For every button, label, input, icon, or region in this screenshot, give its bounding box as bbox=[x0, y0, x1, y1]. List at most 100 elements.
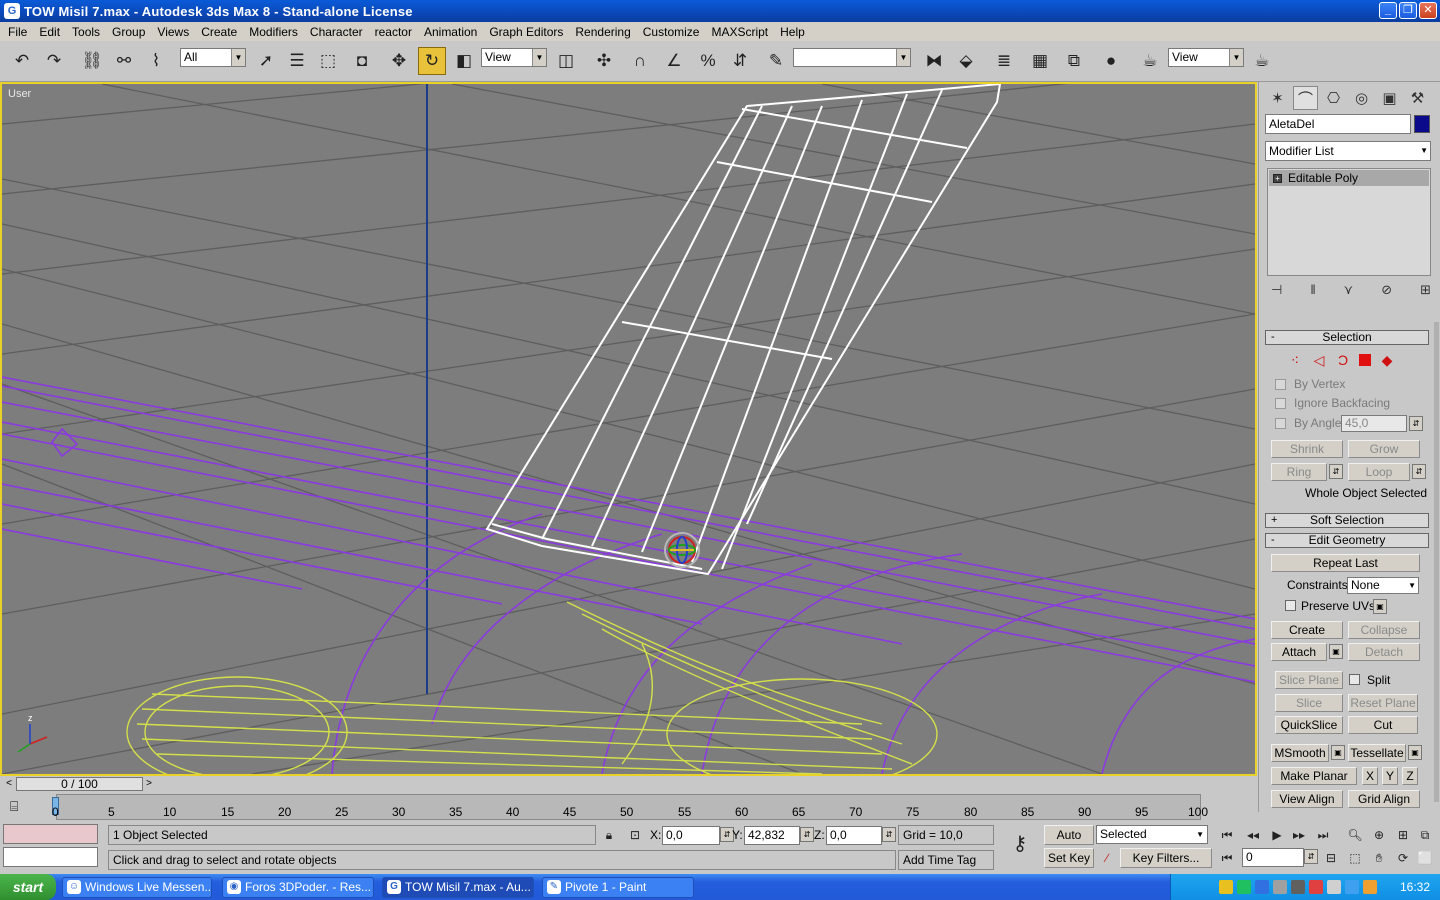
make-planar-x-button[interactable]: X bbox=[1362, 767, 1378, 785]
task-3dsmax[interactable]: G TOW Misil 7.max - Au... bbox=[382, 877, 534, 898]
printer-icon[interactable] bbox=[1273, 880, 1287, 894]
key-filters-button[interactable]: Key Filters... bbox=[1120, 848, 1212, 868]
key-mode-dropdown[interactable]: Selected ▼ bbox=[1096, 825, 1208, 844]
slice-plane-button[interactable]: Slice Plane bbox=[1275, 671, 1343, 689]
schematic-view-icon[interactable]: ⧉ bbox=[1060, 47, 1088, 75]
menu-tools[interactable]: Tools bbox=[66, 25, 106, 39]
close-button[interactable]: ✕ bbox=[1419, 2, 1437, 19]
rectangular-selection-icon[interactable]: ⬚ bbox=[314, 47, 342, 75]
menu-views[interactable]: Views bbox=[151, 25, 195, 39]
selection-filter-dropdown[interactable]: All ▼ bbox=[180, 48, 246, 67]
zoom-extents-all-icon[interactable]: ⧉ bbox=[1414, 825, 1436, 845]
edge-icon[interactable]: ◁ bbox=[1311, 352, 1327, 369]
by-angle-spinner[interactable]: ⇵ bbox=[1409, 416, 1423, 431]
maximize-button[interactable]: ❐ bbox=[1399, 2, 1417, 19]
zoom-icon[interactable]: 🔍︎ bbox=[1344, 825, 1366, 845]
make-planar-y-button[interactable]: Y bbox=[1382, 767, 1398, 785]
clock[interactable]: 16:32 bbox=[1400, 880, 1430, 894]
prev-frame-arrow[interactable]: < bbox=[3, 777, 15, 791]
maximize-viewport-icon[interactable]: ⬜ bbox=[1414, 848, 1436, 868]
menu-group[interactable]: Group bbox=[106, 25, 151, 39]
go-to-start-icon[interactable]: ⏮ bbox=[1216, 825, 1238, 845]
percent-snap-icon[interactable]: % bbox=[694, 47, 722, 75]
select-link-icon[interactable]: ⛓ bbox=[78, 47, 106, 75]
tray-app-icon[interactable] bbox=[1363, 880, 1377, 894]
select-by-name-icon[interactable]: ☰ bbox=[283, 47, 311, 75]
curve-editor-icon[interactable]: ▦ bbox=[1026, 47, 1054, 75]
menu-character[interactable]: Character bbox=[304, 25, 369, 39]
attach-button[interactable]: Attach bbox=[1271, 643, 1327, 661]
x-coordinate-input[interactable]: 0,0 bbox=[662, 826, 720, 845]
select-move-icon[interactable]: ✥ bbox=[385, 47, 413, 75]
configure-modifier-sets-icon[interactable]: ⊞ bbox=[1420, 282, 1431, 298]
menu-file[interactable]: File bbox=[2, 25, 33, 39]
grow-button[interactable]: Grow bbox=[1348, 440, 1420, 458]
set-key-icon[interactable]: ⚷ bbox=[1004, 833, 1036, 855]
expand-icon[interactable]: + bbox=[1273, 173, 1282, 183]
loop-spinner[interactable]: ⇵ bbox=[1412, 464, 1426, 479]
by-angle-checkbox[interactable] bbox=[1275, 418, 1286, 429]
auto-key-button[interactable]: Auto Key bbox=[1044, 825, 1094, 860]
ring-button[interactable]: Ring bbox=[1271, 463, 1327, 481]
next-frame-arrow[interactable]: > bbox=[143, 777, 155, 791]
spinner-snap-icon[interactable]: ⇵ bbox=[726, 47, 754, 75]
remove-modifier-icon[interactable]: ⊘ bbox=[1381, 282, 1392, 298]
time-configuration-icon[interactable]: ⊟ bbox=[1320, 848, 1342, 868]
network-icon[interactable] bbox=[1255, 880, 1269, 894]
view-align-button[interactable]: View Align bbox=[1271, 790, 1343, 808]
default-tangent-icon[interactable]: ∕ bbox=[1096, 848, 1118, 868]
minimize-button[interactable]: _ bbox=[1379, 2, 1397, 19]
show-end-result-icon[interactable]: ‖ bbox=[1310, 282, 1315, 298]
grid-align-button[interactable]: Grid Align bbox=[1348, 790, 1420, 808]
panel-scrollbar[interactable] bbox=[1434, 322, 1439, 802]
utilities-tab-icon[interactable]: ⚒ bbox=[1405, 86, 1430, 110]
task-paint[interactable]: ✎ Pivote 1 - Paint bbox=[542, 877, 694, 898]
select-scale-icon[interactable]: ◧ bbox=[450, 47, 478, 75]
preserve-uvs-checkbox[interactable] bbox=[1285, 600, 1296, 611]
align-icon[interactable]: ⬙ bbox=[952, 47, 980, 75]
repeat-last-button[interactable]: Repeat Last bbox=[1271, 554, 1420, 572]
ring-spinner[interactable]: ⇵ bbox=[1329, 464, 1343, 479]
menu-reactor[interactable]: reactor bbox=[369, 25, 418, 39]
hierarchy-tab-icon[interactable]: ⎔ bbox=[1321, 86, 1346, 110]
zoom-all-icon[interactable]: ⊕ bbox=[1368, 825, 1390, 845]
slice-button[interactable]: Slice bbox=[1275, 694, 1343, 712]
reference-coordinate-dropdown[interactable]: View ▼ bbox=[481, 48, 547, 67]
go-to-end-icon[interactable]: ⏭ bbox=[1312, 825, 1334, 845]
pan-icon[interactable]: ✋︎ bbox=[1368, 848, 1390, 868]
msmooth-settings-icon[interactable]: ▣ bbox=[1331, 745, 1345, 760]
by-angle-input[interactable]: 45,0 bbox=[1341, 415, 1407, 432]
set-key-button[interactable]: Set Key bbox=[1044, 848, 1094, 868]
current-frame-input[interactable]: 0 bbox=[1242, 848, 1304, 867]
undo-icon[interactable]: ↶ bbox=[8, 47, 36, 75]
quick-render-icon[interactable]: ☕ bbox=[1248, 47, 1276, 75]
make-unique-icon[interactable]: ⋎ bbox=[1344, 282, 1354, 298]
maxscript-listener-mini[interactable] bbox=[3, 824, 98, 844]
create-tab-icon[interactable]: ✶ bbox=[1265, 86, 1290, 110]
mirror-icon[interactable]: ⧓ bbox=[920, 47, 948, 75]
modify-tab-icon[interactable]: ⌒ bbox=[1293, 86, 1318, 110]
time-slider[interactable]: < 0 / 100 > bbox=[0, 776, 1257, 793]
split-checkbox[interactable] bbox=[1349, 674, 1360, 685]
next-frame-icon[interactable]: ▸▸ bbox=[1288, 825, 1310, 845]
msmooth-button[interactable]: MSmooth bbox=[1271, 744, 1329, 762]
menu-graph-editors[interactable]: Graph Editors bbox=[483, 25, 569, 39]
play-icon[interactable]: ▶ bbox=[1266, 825, 1288, 845]
menu-help[interactable]: Help bbox=[774, 25, 811, 39]
y-coordinate-input[interactable]: 42,832 bbox=[744, 826, 800, 845]
absolute-mode-icon[interactable]: ⊡ bbox=[624, 825, 646, 845]
snap-3d-icon[interactable]: ∩ bbox=[626, 47, 654, 75]
angle-snap-icon[interactable]: ∠ bbox=[660, 47, 688, 75]
selection-rollout-header[interactable]: - Selection bbox=[1265, 330, 1429, 345]
add-time-tag[interactable]: Add Time Tag bbox=[898, 850, 994, 870]
menu-maxscript[interactable]: MAXScript bbox=[705, 25, 774, 39]
tessellate-button[interactable]: Tessellate bbox=[1348, 744, 1406, 762]
manipulate-icon[interactable]: ✣ bbox=[590, 47, 618, 75]
menu-create[interactable]: Create bbox=[195, 25, 243, 39]
open-mini-curve-editor-icon[interactable]: ⌸ bbox=[10, 798, 18, 815]
edit-named-selection-icon[interactable]: ✎ bbox=[762, 47, 790, 75]
menu-edit[interactable]: Edit bbox=[33, 25, 66, 39]
menu-animation[interactable]: Animation bbox=[418, 25, 483, 39]
quickslice-button[interactable]: QuickSlice bbox=[1275, 716, 1343, 734]
loop-button[interactable]: Loop bbox=[1348, 463, 1410, 481]
